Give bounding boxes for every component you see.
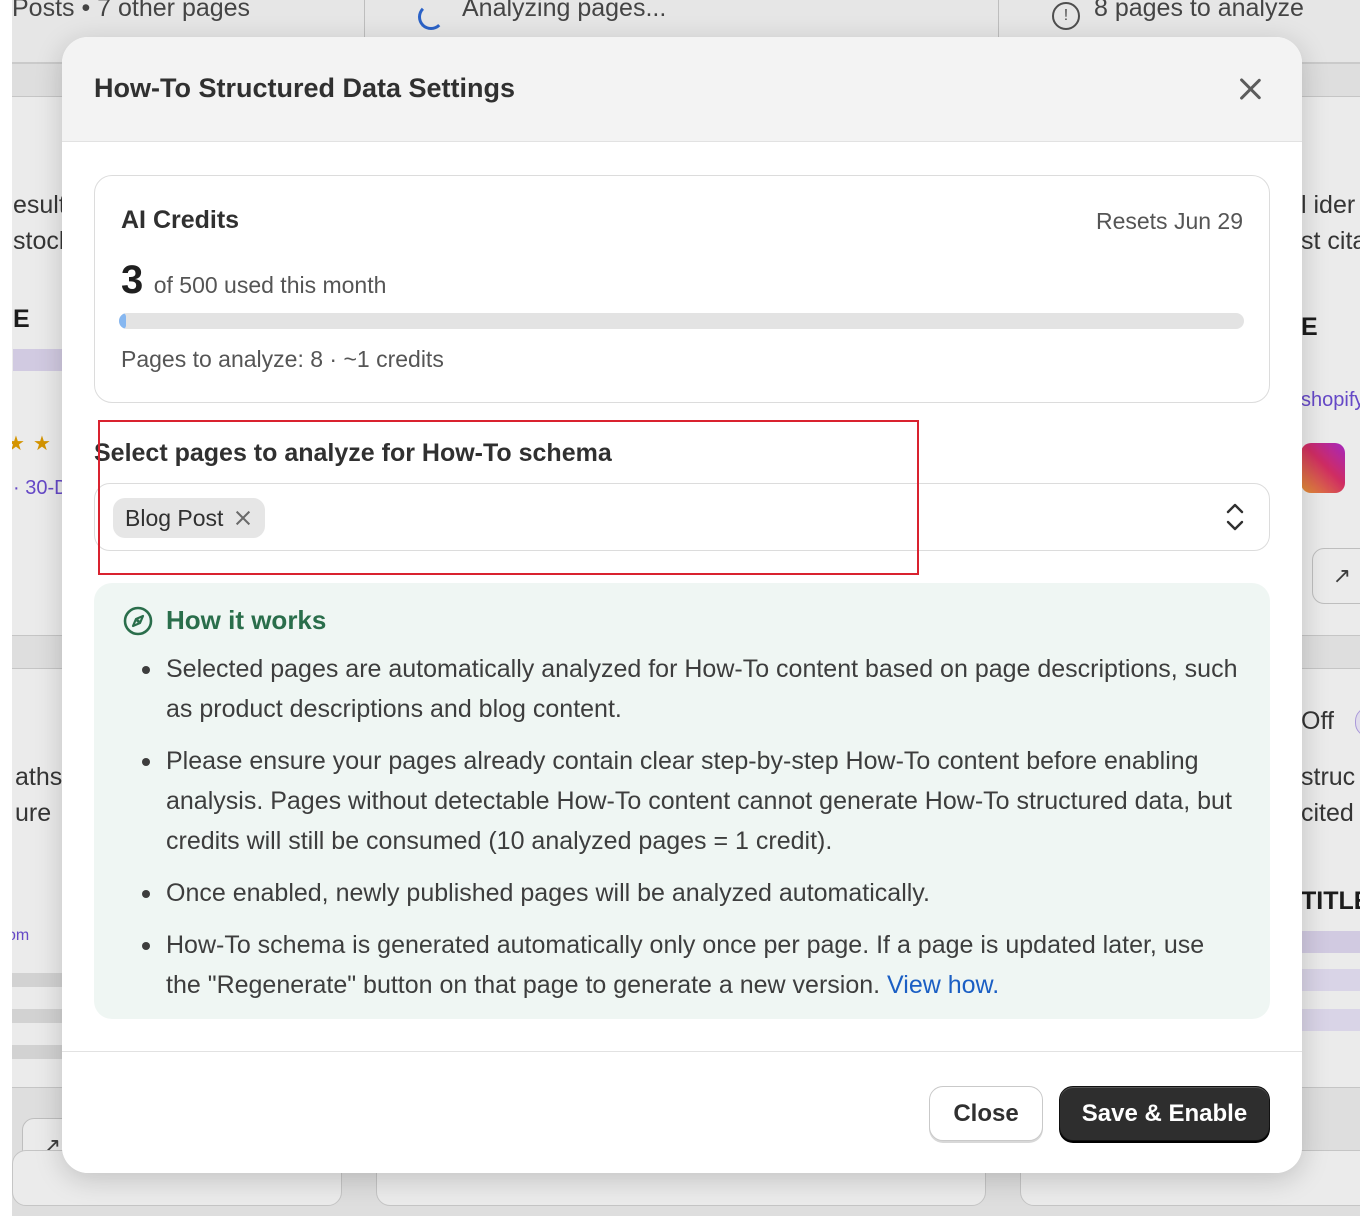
credits-used-text: of 500 used this month bbox=[153, 272, 387, 298]
close-icon[interactable] bbox=[1234, 73, 1266, 105]
credits-pages-estimate: Pages to analyze: 8 · ~1 credits bbox=[121, 346, 444, 372]
credits-usage: 3 of 500 used this month bbox=[121, 258, 386, 303]
credits-progress-bar bbox=[119, 313, 1244, 329]
tag-label: Blog Post bbox=[125, 505, 224, 531]
modal-title: How-To Structured Data Settings bbox=[94, 73, 516, 103]
save-and-enable-button[interactable]: Save & Enable bbox=[1059, 1086, 1270, 1141]
list-item: Once enabled, newly published pages will… bbox=[142, 873, 1242, 913]
chevron-up-down-icon[interactable] bbox=[1223, 500, 1247, 534]
selected-tag-blog-post: Blog Post bbox=[113, 498, 266, 538]
credits-used-count: 3 bbox=[121, 258, 144, 302]
credits-title: AI Credits bbox=[121, 206, 240, 234]
how-it-works-list: Selected pages are automatically analyze… bbox=[142, 649, 1242, 1017]
list-item: Please ensure your pages already contain… bbox=[142, 741, 1242, 861]
view-how-link[interactable]: View how. bbox=[887, 971, 999, 999]
tag-remove-icon[interactable] bbox=[231, 506, 255, 530]
close-button[interactable]: Close bbox=[929, 1086, 1043, 1141]
compass-icon bbox=[123, 606, 153, 636]
list-item-text: Selected pages are automatically analyze… bbox=[166, 655, 1238, 723]
page-type-select[interactable]: Blog Post bbox=[94, 483, 1270, 551]
how-it-works-box: How it works Selected pages are automati… bbox=[94, 583, 1270, 1019]
list-item-text: Please ensure your pages already contain… bbox=[166, 747, 1232, 855]
credits-reset-date: Resets Jun 29 bbox=[1095, 208, 1243, 234]
credits-progress-fill bbox=[119, 313, 126, 329]
how-to-settings-modal: How-To Structured Data Settings AI Credi… bbox=[62, 37, 1302, 1173]
modal-header: How-To Structured Data Settings bbox=[62, 37, 1302, 142]
list-item-text: Once enabled, newly published pages will… bbox=[166, 879, 930, 907]
screen: Posts • 7 other pages Analyzing pages...… bbox=[0, 0, 1372, 1228]
list-item: Selected pages are automatically analyze… bbox=[142, 649, 1242, 729]
how-it-works-title: How it works bbox=[166, 605, 327, 635]
list-item-text: How-To schema is generated automatically… bbox=[166, 931, 1205, 999]
modal-footer: Close Save & Enable bbox=[62, 1051, 1302, 1173]
ai-credits-card: AI Credits Resets Jun 29 3 of 500 used t… bbox=[94, 175, 1270, 403]
select-pages-label: Select pages to analyze for How-To schem… bbox=[94, 439, 612, 467]
list-item: How-To schema is generated automatically… bbox=[142, 925, 1242, 1005]
